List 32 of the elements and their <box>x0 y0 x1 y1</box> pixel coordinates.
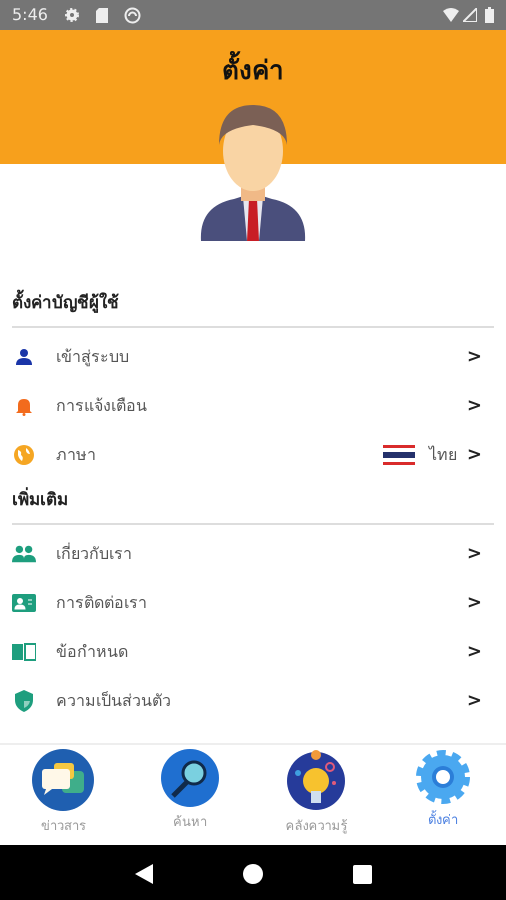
menu-item[interactable]: ภาษา ไทย > <box>12 430 494 479</box>
back-icon[interactable] <box>134 864 152 884</box>
wifi-icon <box>443 8 459 22</box>
contact-card-icon <box>12 594 36 612</box>
lightbulb-icon <box>286 749 346 811</box>
battery-icon <box>485 7 494 23</box>
nav-tab[interactable]: ตั้งค่า <box>388 749 498 845</box>
menu-item[interactable]: เกี่ยวกับเรา > <box>12 529 494 578</box>
menu-item[interactable]: การติดต่อเรา > <box>12 578 494 627</box>
page-title: ตั้งค่า <box>0 52 506 91</box>
menu-item[interactable]: เข้าสู่ระบบ > <box>12 332 494 381</box>
home-icon[interactable] <box>242 864 262 884</box>
status-time: 5:46 <box>12 4 48 26</box>
gear-icon <box>414 749 471 805</box>
signal-icon <box>463 8 477 22</box>
gear-icon <box>64 7 80 23</box>
thai-flag-icon <box>382 444 415 464</box>
menu-item[interactable]: การแจ้งเตือน > <box>12 381 494 430</box>
section-heading: ตั้งค่าบัญชีผู้ใช้ <box>12 282 494 328</box>
person-icon <box>15 348 33 366</box>
globe-icon <box>14 444 34 464</box>
recents-icon[interactable] <box>352 864 372 884</box>
section-heading: เพิ่มเติม <box>12 479 494 525</box>
sd-card-icon <box>96 8 108 22</box>
book-icon <box>12 642 36 660</box>
circle-icon <box>124 6 141 24</box>
people-icon <box>12 544 36 562</box>
menu-item[interactable]: ความเป็นส่วนตัว > <box>12 676 494 725</box>
menu-item[interactable]: ข้อกำหนด > <box>12 627 494 676</box>
search-icon <box>160 749 219 807</box>
shield-icon <box>15 690 33 712</box>
chat-bubbles-icon <box>32 749 94 811</box>
